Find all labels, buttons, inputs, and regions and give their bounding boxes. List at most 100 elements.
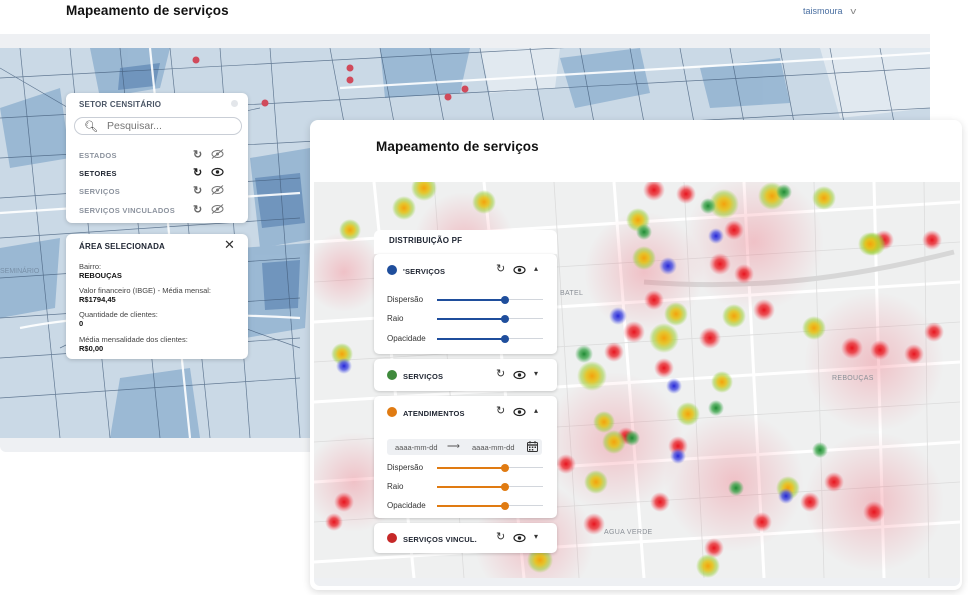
collapse-icon[interactable]: ▴	[534, 264, 538, 273]
date-from-input[interactable]: aaaa-mm-dd	[395, 443, 438, 452]
layer-label: SERVIÇOS	[79, 187, 121, 196]
layer-label: ESTADOS	[79, 151, 117, 160]
field-media-mensalidade: Média mensalidade dos clientes: R$0,00	[79, 335, 188, 353]
slider-thumb[interactable]	[501, 483, 509, 491]
map-label: BATEL	[560, 290, 584, 297]
field-value: R$0,00	[79, 344, 104, 353]
slider-thumb[interactable]	[501, 502, 509, 510]
eye-icon[interactable]	[513, 407, 526, 417]
layer-color-dot	[387, 533, 397, 543]
refresh-icon[interactable]: ↻	[496, 367, 505, 380]
panel-title: SETOR CENSITÁRIO	[79, 100, 162, 109]
layer-row-estados[interactable]: ESTADOS ↻	[79, 149, 239, 163]
layer-row-setores[interactable]: SETORES ↻	[79, 167, 239, 181]
field-value: R$1794,45	[79, 295, 116, 304]
field-quantidade-clientes: Quantidade de clientes: 0	[79, 310, 158, 328]
close-icon[interactable]: ✕	[224, 237, 235, 253]
slider-thumb[interactable]	[501, 315, 509, 323]
slider-track[interactable]	[437, 335, 543, 343]
map-label: REBOUÇAS	[832, 375, 874, 382]
layer-card-servicos-green: SERVIÇOS ↻ ▾	[374, 359, 557, 391]
slider-raio[interactable]: Raio	[387, 480, 547, 492]
slider-dispersao[interactable]: Dispersão	[387, 461, 547, 473]
layer-row-servicos[interactable]: SERVIÇOS ↻	[79, 185, 239, 199]
field-label: Valor financeiro (IBGE) - Média mensal:	[79, 286, 211, 295]
slider-label: Raio	[387, 482, 404, 491]
collapse-icon[interactable]: ▴	[534, 406, 538, 415]
app-title: Mapeamento de serviços	[376, 139, 539, 154]
distribuicao-pf-header: DISTRIBUIÇÃO PF	[374, 230, 557, 254]
layer-color-dot	[387, 265, 397, 275]
slider-label: Opacidade	[387, 501, 426, 510]
field-value: REBOUÇAS	[79, 271, 122, 280]
slider-dispersao[interactable]: Dispersão	[387, 293, 547, 305]
slider-track[interactable]	[437, 315, 543, 323]
slider-opacidade[interactable]: Opacidade	[387, 332, 547, 344]
setor-censitario-panel: SETOR CENSITÁRIO 🔍︎ ESTADOS ↻ SETORES ↻ …	[66, 93, 248, 223]
eye-icon[interactable]	[513, 265, 526, 275]
slider-thumb[interactable]	[501, 464, 509, 472]
slider-fill	[437, 298, 505, 301]
layer-label: SETORES	[79, 169, 117, 178]
date-to-input[interactable]: aaaa-mm-dd	[472, 443, 515, 452]
search-field[interactable]: 🔍︎	[74, 117, 242, 135]
slider-track[interactable]	[437, 483, 543, 491]
slider-track[interactable]	[437, 502, 543, 510]
refresh-icon[interactable]: ↻	[193, 148, 203, 161]
svg-text:SEMINÁRIO: SEMINÁRIO	[0, 266, 40, 275]
layer-name: SERVIÇOS VINCUL.	[403, 535, 477, 544]
slider-opacidade[interactable]: Opacidade	[387, 499, 547, 511]
layer-name: SERVIÇOS	[403, 372, 444, 381]
layer-color-dot	[387, 370, 397, 380]
slider-track[interactable]	[437, 296, 543, 304]
refresh-icon[interactable]: ↻	[496, 262, 505, 275]
panel-title: DISTRIBUIÇÃO PF	[389, 236, 463, 245]
refresh-icon[interactable]: ↻	[496, 404, 505, 417]
map-label: AGUA VERDE	[604, 529, 653, 536]
slider-label: Opacidade	[387, 334, 426, 343]
refresh-icon[interactable]: ↻	[193, 184, 203, 197]
username: taismoura	[803, 6, 843, 16]
chevron-down-icon: v	[849, 6, 856, 16]
user-menu[interactable]: taismoura v	[803, 6, 856, 16]
slider-raio[interactable]: Raio	[387, 312, 547, 324]
field-bairro: Bairro: REBOUÇAS	[79, 262, 122, 280]
slider-fill	[437, 504, 505, 507]
layer-row-servicos-vinculados[interactable]: SERVIÇOS VINCULADOS ↻	[79, 204, 239, 218]
layer-color-dot	[387, 407, 397, 417]
front-window: Mapeamento de serviços REBOUÇAS AGUA VER…	[310, 120, 962, 590]
slider-track[interactable]	[437, 464, 543, 472]
slider-fill	[437, 317, 505, 320]
refresh-icon[interactable]: ↻	[193, 203, 203, 216]
field-value: 0	[79, 319, 84, 328]
eye-icon[interactable]	[211, 167, 224, 177]
field-label: Bairro:	[79, 262, 102, 271]
field-label: Quantidade de clientes:	[79, 310, 158, 319]
field-valor-financeiro: Valor financeiro (IBGE) - Média mensal: …	[79, 286, 211, 304]
eye-off-icon[interactable]	[211, 149, 224, 159]
slider-thumb[interactable]	[501, 335, 509, 343]
slider-fill	[437, 337, 505, 340]
field-label: Média mensalidade dos clientes:	[79, 335, 188, 344]
expand-icon[interactable]: ▾	[534, 532, 538, 541]
panel-close-icon[interactable]	[231, 100, 238, 107]
slider-label: Dispersão	[387, 295, 424, 304]
slider-fill	[437, 466, 505, 469]
date-range-input[interactable]: aaaa-mm-dd ⟶ aaaa-mm-dd	[387, 439, 542, 455]
eye-icon[interactable]	[513, 533, 526, 543]
eye-icon[interactable]	[513, 370, 526, 380]
refresh-icon[interactable]: ↻	[193, 166, 203, 179]
layer-card-servicos-blue: 'SERVIÇOS ↻ ▴ Dispersão Raio Opacidade	[374, 254, 557, 354]
search-input[interactable]	[107, 120, 232, 132]
layer-label: SERVIÇOS VINCULADOS	[79, 206, 175, 215]
refresh-icon[interactable]: ↻	[496, 530, 505, 543]
calendar-icon[interactable]	[527, 441, 538, 452]
expand-icon[interactable]: ▾	[534, 369, 538, 378]
eye-off-icon[interactable]	[211, 204, 224, 214]
slider-thumb[interactable]	[501, 296, 509, 304]
layer-name: ATENDIMENTOS	[403, 409, 465, 418]
slider-fill	[437, 485, 505, 488]
layer-card-servicos-vinculados: SERVIÇOS VINCUL. ↻ ▾	[374, 523, 557, 553]
eye-off-icon[interactable]	[211, 185, 224, 195]
toolbar-strip	[0, 34, 930, 48]
